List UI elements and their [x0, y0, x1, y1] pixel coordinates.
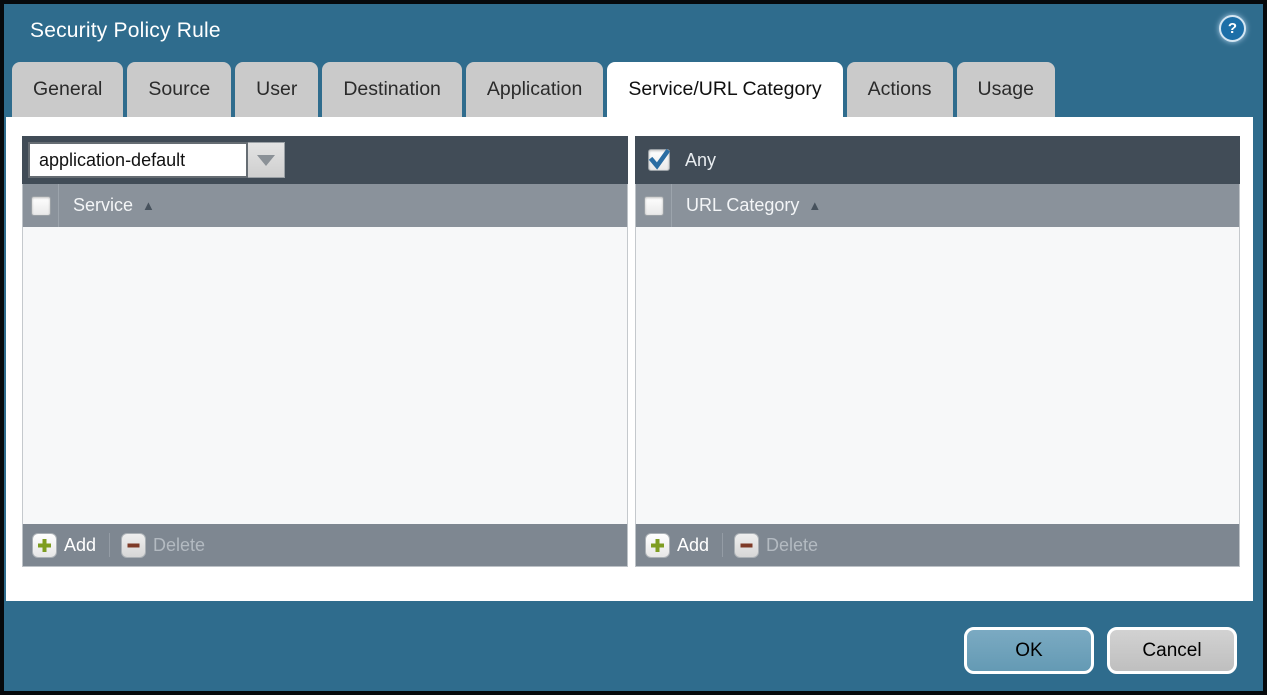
tab-usage[interactable]: Usage	[957, 62, 1055, 117]
url-category-column-header-label: URL Category	[686, 195, 799, 216]
tab-content-area: application-default Service ▲	[6, 117, 1253, 601]
service-type-dropdown-value[interactable]: application-default	[28, 142, 248, 178]
tab-service-url-category[interactable]: Service/URL Category	[607, 62, 842, 117]
help-icon[interactable]: ?	[1219, 15, 1246, 42]
url-category-column-header[interactable]: URL Category ▲	[672, 195, 821, 216]
tab-application[interactable]: Application	[466, 62, 603, 117]
tab-user[interactable]: User	[235, 62, 318, 117]
url-category-table-header: URL Category ▲	[635, 184, 1240, 227]
url-category-select-all-checkbox[interactable]	[644, 196, 664, 216]
ok-button[interactable]: OK	[964, 627, 1094, 674]
url-category-header-checkbox-cell	[636, 184, 672, 227]
url-category-delete-label: Delete	[766, 535, 818, 556]
url-category-panel-footer: Add Delete	[635, 524, 1240, 567]
url-category-delete-button[interactable]: Delete	[734, 533, 818, 558]
sort-ascending-icon: ▲	[808, 198, 821, 213]
service-delete-label: Delete	[153, 535, 205, 556]
chevron-down-icon	[257, 155, 275, 166]
tab-destination[interactable]: Destination	[322, 62, 462, 117]
dialog-action-buttons: OK Cancel	[964, 627, 1237, 674]
dialog-title: Security Policy Rule	[30, 19, 221, 43]
url-category-table-body	[635, 227, 1240, 524]
service-header-checkbox-cell	[23, 184, 59, 227]
checkmark-icon	[649, 150, 669, 170]
minus-icon	[121, 533, 146, 558]
service-select-all-checkbox[interactable]	[31, 196, 51, 216]
url-category-panel-toolbar: Any	[635, 136, 1240, 184]
service-column-header-label: Service	[73, 195, 133, 216]
footer-separator	[722, 533, 723, 557]
tab-general[interactable]: General	[12, 62, 123, 117]
tab-actions[interactable]: Actions	[847, 62, 953, 117]
service-delete-button[interactable]: Delete	[121, 533, 205, 558]
service-add-button[interactable]: Add	[32, 533, 96, 558]
service-add-label: Add	[64, 535, 96, 556]
plus-icon	[645, 533, 670, 558]
sort-ascending-icon: ▲	[142, 198, 155, 213]
url-category-add-label: Add	[677, 535, 709, 556]
security-policy-rule-dialog: Security Policy Rule ? General Source Us…	[0, 0, 1267, 695]
any-checkbox-label: Any	[685, 150, 716, 171]
service-type-dropdown-button[interactable]	[248, 142, 285, 178]
service-table-body	[22, 227, 628, 524]
service-panel: application-default Service ▲	[22, 136, 628, 567]
url-category-add-button[interactable]: Add	[645, 533, 709, 558]
service-panel-footer: Add Delete	[22, 524, 628, 567]
cancel-button[interactable]: Cancel	[1107, 627, 1237, 674]
tab-bar: General Source User Destination Applicat…	[12, 62, 1055, 117]
tab-source[interactable]: Source	[127, 62, 231, 117]
footer-separator	[109, 533, 110, 557]
service-type-dropdown[interactable]: application-default	[28, 142, 285, 178]
url-category-panel: Any URL Category ▲	[635, 136, 1240, 567]
service-column-header[interactable]: Service ▲	[59, 195, 155, 216]
minus-icon	[734, 533, 759, 558]
any-checkbox-checked[interactable]	[648, 149, 670, 171]
dialog-titlebar: Security Policy Rule ?	[4, 4, 1263, 62]
any-checkbox-row: Any	[641, 149, 716, 171]
plus-icon	[32, 533, 57, 558]
service-panel-toolbar: application-default	[22, 136, 628, 184]
service-table-header: Service ▲	[22, 184, 628, 227]
panels-container: application-default Service ▲	[6, 117, 1253, 567]
